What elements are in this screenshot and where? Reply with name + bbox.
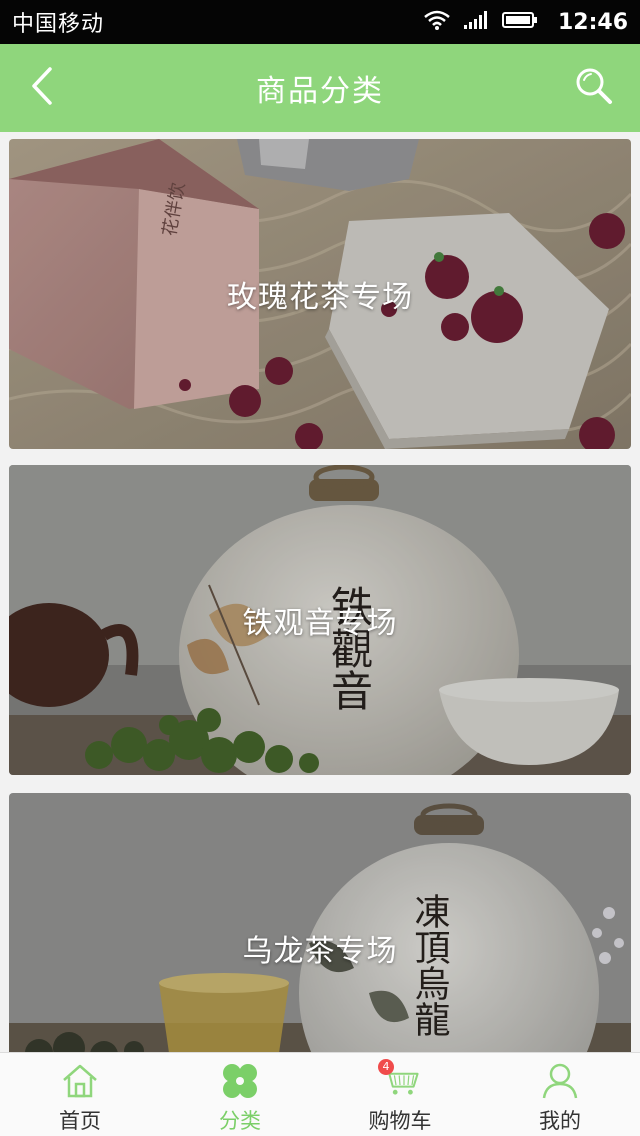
nav-label: 我的 bbox=[539, 1109, 581, 1133]
bottom-nav: 首页 分类 4 购物车 我的 bbox=[0, 1052, 640, 1136]
user-icon bbox=[540, 1061, 580, 1101]
cart-count-badge: 4 bbox=[378, 1059, 394, 1075]
status-indicators: 12:46 bbox=[424, 10, 628, 35]
category-label: 铁观音专场 bbox=[242, 606, 398, 641]
category-banner-rose-tea[interactable]: 花伴饮 玫瑰花茶专场 bbox=[9, 139, 631, 449]
chevron-left-icon bbox=[30, 67, 54, 109]
home-icon bbox=[60, 1061, 100, 1101]
category-list: 花伴饮 玫瑰花茶专场 铁觀音 铁观音专场 凍頂烏龍 乌龙茶专场 bbox=[0, 132, 640, 1052]
battery-icon bbox=[501, 10, 538, 34]
signal-icon bbox=[462, 10, 490, 34]
nav-item-cart[interactable]: 4 购物车 bbox=[320, 1053, 480, 1136]
oolong-jar-photo: 凍頂烏龍 bbox=[9, 793, 631, 1052]
category-banner-oolong[interactable]: 凍頂烏龍 乌龙茶专场 bbox=[9, 793, 631, 1052]
nav-item-category[interactable]: 分类 bbox=[160, 1053, 320, 1136]
category-banner-tieguanyin[interactable]: 铁觀音 铁观音专场 bbox=[9, 465, 631, 775]
app-header: 商品分类 bbox=[0, 44, 640, 132]
search-icon bbox=[574, 66, 614, 110]
nav-label: 分类 bbox=[219, 1109, 261, 1133]
carrier-name: 中国移动 bbox=[12, 12, 105, 37]
status-time: 12:46 bbox=[557, 9, 628, 35]
nav-item-home[interactable]: 首页 bbox=[0, 1053, 160, 1136]
category-label: 玫瑰花茶专场 bbox=[227, 280, 413, 315]
nav-item-mine[interactable]: 我的 bbox=[480, 1053, 640, 1136]
wifi-icon bbox=[424, 10, 450, 34]
nav-label: 购物车 bbox=[368, 1109, 432, 1133]
status-bar: 中国移动 12:46 bbox=[0, 0, 640, 44]
nav-label: 首页 bbox=[59, 1109, 101, 1133]
category-label: 乌龙茶专场 bbox=[242, 934, 398, 969]
search-button[interactable] bbox=[572, 66, 616, 110]
page-title: 商品分类 bbox=[256, 74, 384, 109]
back-button[interactable] bbox=[22, 67, 62, 109]
category-grid-icon bbox=[220, 1061, 260, 1101]
